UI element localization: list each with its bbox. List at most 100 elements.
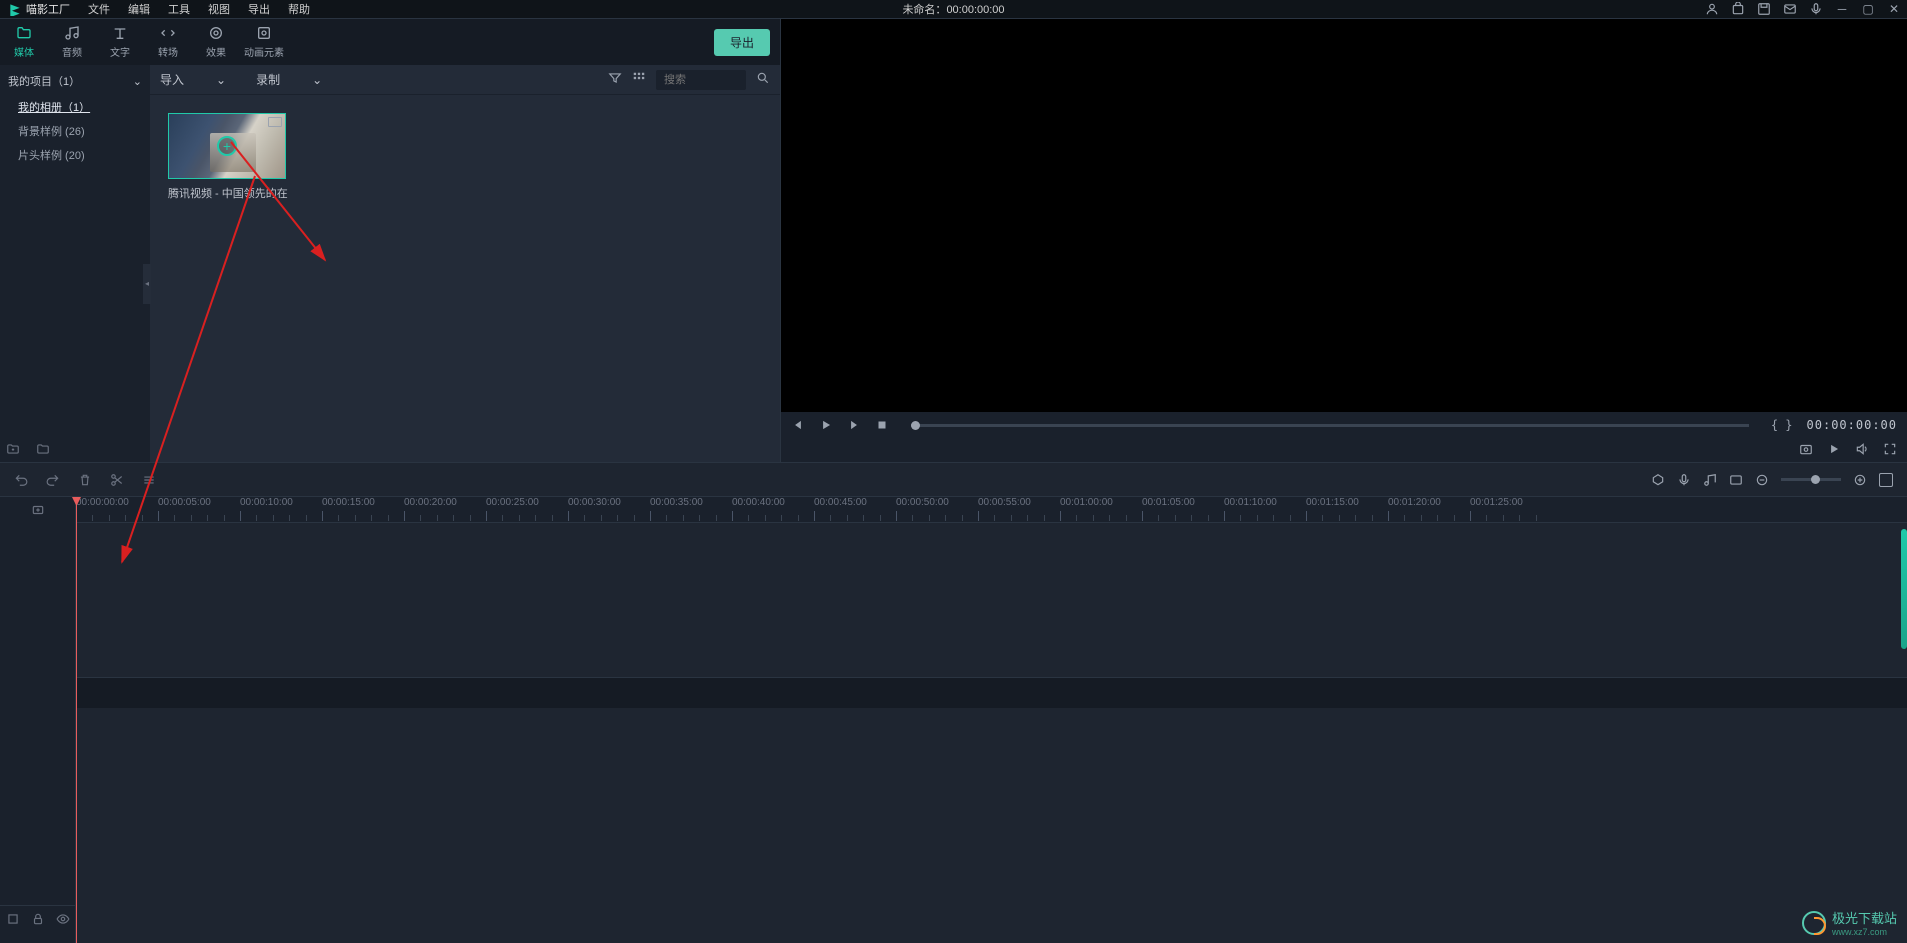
- maximize-button[interactable]: ▢: [1860, 1, 1876, 17]
- timeline-body: 00:00:00:0000:00:05:0000:00:10:0000:00:1…: [0, 497, 1907, 943]
- doc-time: 00:00:00:00: [946, 4, 1004, 16]
- preview-canvas: [781, 19, 1907, 412]
- scroll-indicator[interactable]: [1901, 529, 1907, 649]
- menu-file[interactable]: 文件: [88, 1, 110, 17]
- sidebar-item-background[interactable]: 背景样例 (26): [0, 119, 150, 143]
- voiceover-icon[interactable]: [1677, 473, 1691, 487]
- chevron-down-icon: ⌄: [133, 75, 142, 88]
- timeline-toolbar: [0, 463, 1907, 497]
- stop-button[interactable]: [875, 418, 889, 432]
- minimize-button[interactable]: ─: [1834, 1, 1850, 17]
- track-settings-icon[interactable]: [6, 912, 20, 929]
- track-row[interactable]: [76, 523, 1907, 678]
- close-button[interactable]: ✕: [1886, 1, 1902, 17]
- sidebar-project-header[interactable]: 我的项目（1） ⌄: [0, 67, 150, 95]
- menu-edit[interactable]: 编辑: [128, 1, 150, 17]
- ruler-tick: 00:01:20:00: [1388, 497, 1441, 508]
- tab-element[interactable]: 动画元素: [240, 21, 288, 63]
- clip-thumbnail: +: [168, 113, 286, 179]
- record-dropdown[interactable]: 录制 ⌄: [256, 71, 322, 88]
- tab-transition[interactable]: 转场: [144, 21, 192, 63]
- next-frame-button[interactable]: [847, 418, 861, 432]
- split-button[interactable]: [110, 473, 124, 487]
- adjust-button[interactable]: [142, 473, 156, 487]
- mic-icon[interactable]: [1808, 1, 1824, 17]
- import-label: 导入: [160, 71, 184, 88]
- ruler-tick: 00:01:05:00: [1142, 497, 1195, 508]
- mixer-icon[interactable]: [1703, 473, 1717, 487]
- redo-button[interactable]: [46, 473, 60, 487]
- delete-button[interactable]: [78, 473, 92, 487]
- render-icon[interactable]: [1729, 473, 1743, 487]
- sidebar-bottom-tools: [6, 442, 52, 458]
- menu-view[interactable]: 视图: [208, 1, 230, 17]
- left-panel: 媒体 音频 文字 转场 效果 动画元素 导出: [0, 19, 780, 462]
- ruler-tick: 00:00:25:00: [486, 497, 539, 508]
- menu-help[interactable]: 帮助: [288, 1, 310, 17]
- folder-icon[interactable]: [36, 442, 52, 458]
- sidebar-item-album[interactable]: 我的相册（1）: [0, 95, 150, 119]
- search-input[interactable]: [656, 70, 746, 90]
- main-area: 媒体 音频 文字 转场 效果 动画元素 导出: [0, 18, 1907, 462]
- snapshot-icon[interactable]: [1799, 442, 1813, 459]
- zoom-handle[interactable]: [1811, 475, 1820, 484]
- ruler-tick: 00:01:10:00: [1224, 497, 1277, 508]
- add-to-timeline-icon[interactable]: +: [217, 136, 237, 156]
- media-browser: 导入 ⌄ 录制 ⌄: [150, 65, 780, 462]
- chevron-down-icon: ⌄: [192, 73, 226, 87]
- tab-effect[interactable]: 效果: [192, 21, 240, 63]
- tab-media[interactable]: 媒体: [0, 21, 48, 63]
- clip-label: 腾讯视频 - 中国领先的在: [168, 185, 288, 201]
- track-visibility-icon[interactable]: [56, 912, 70, 929]
- transition-icon: [160, 25, 176, 41]
- add-track-icon[interactable]: [0, 497, 75, 523]
- prev-frame-button[interactable]: [791, 418, 805, 432]
- new-folder-icon[interactable]: [6, 442, 22, 458]
- app-name: 喵影工厂: [26, 1, 70, 17]
- zoom-fit-button[interactable]: [1879, 473, 1893, 487]
- menu-tools[interactable]: 工具: [168, 1, 190, 17]
- filter-icon[interactable]: [608, 71, 622, 88]
- export-button[interactable]: 导出: [714, 29, 770, 56]
- zoom-in-button[interactable]: [1853, 473, 1867, 487]
- search-icon[interactable]: [756, 71, 770, 88]
- media-content: 我的项目（1） ⌄ 我的相册（1） 背景样例 (26) 片头样例 (20) ◂ …: [0, 65, 780, 462]
- user-icon[interactable]: [1704, 1, 1720, 17]
- timeline-ruler[interactable]: 00:00:00:0000:00:05:0000:00:10:0000:00:1…: [76, 497, 1907, 523]
- ruler-tick: 00:00:45:00: [814, 497, 867, 508]
- track-row-dark[interactable]: [76, 678, 1907, 708]
- chevron-down-icon: ⌄: [288, 73, 322, 87]
- grid-icon[interactable]: [632, 71, 646, 88]
- tab-text[interactable]: 文字: [96, 21, 144, 63]
- zoom-slider[interactable]: [1781, 478, 1841, 481]
- undo-button[interactable]: [14, 473, 28, 487]
- ruler-tick: 00:00:00:00: [76, 497, 129, 508]
- message-icon[interactable]: [1782, 1, 1798, 17]
- preview-controls: { } 00:00:00:00: [781, 412, 1907, 438]
- play-quality-icon[interactable]: [1827, 442, 1841, 459]
- app-logo: 喵影工厂: [0, 1, 78, 17]
- effect-icon: [208, 25, 224, 41]
- timeline-tracks[interactable]: 00:00:00:0000:00:05:0000:00:10:0000:00:1…: [76, 497, 1907, 943]
- track-lock-icon[interactable]: [31, 912, 45, 929]
- marker-icon[interactable]: [1651, 473, 1665, 487]
- sidebar-item-intro[interactable]: 片头样例 (20): [0, 143, 150, 167]
- titlebar-right: ─ ▢ ✕: [1704, 1, 1902, 17]
- fullscreen-icon[interactable]: [1883, 442, 1897, 459]
- media-clip[interactable]: + 腾讯视频 - 中国领先的在: [168, 113, 288, 201]
- volume-icon[interactable]: [1855, 442, 1869, 459]
- scrubber-handle[interactable]: [911, 421, 920, 430]
- play-button[interactable]: [819, 418, 833, 432]
- tab-audio[interactable]: 音频: [48, 21, 96, 63]
- zoom-out-button[interactable]: [1755, 473, 1769, 487]
- preview-scrubber[interactable]: [911, 424, 1749, 427]
- text-icon: [112, 25, 128, 41]
- ruler-tick: 00:00:05:00: [158, 497, 211, 508]
- playhead[interactable]: [76, 497, 77, 943]
- import-dropdown[interactable]: 导入 ⌄: [160, 71, 226, 88]
- cart-icon[interactable]: [1730, 1, 1746, 17]
- save-icon[interactable]: [1756, 1, 1772, 17]
- menu-export[interactable]: 导出: [248, 1, 270, 17]
- tab-element-label: 动画元素: [244, 44, 284, 59]
- browser-body: + 腾讯视频 - 中国领先的在: [150, 95, 780, 462]
